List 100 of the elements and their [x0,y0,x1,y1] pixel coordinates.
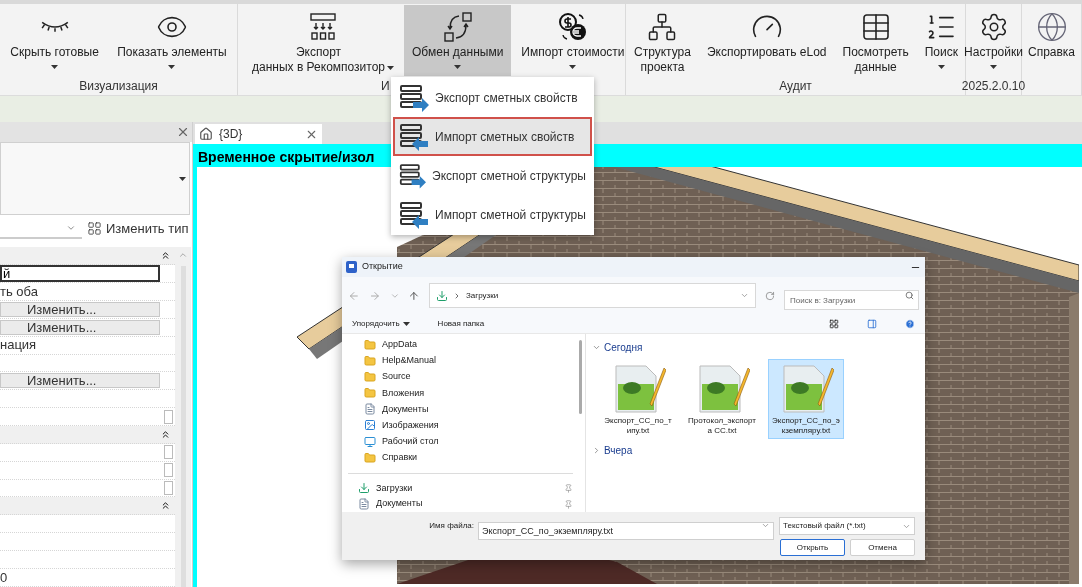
new-folder-button[interactable]: Новая папка [437,317,485,330]
ribbon-button[interactable]: Поиск [916,5,966,76]
dropdown-caret-icon [761,521,770,530]
file-type-dropdown[interactable]: Текстовый файл (*.txt) [779,517,915,535]
pin-icon [564,499,573,509]
group-label: 2025.2.0.10 [961,78,1026,95]
dialog-title: Открытие [362,260,404,274]
refresh-icon[interactable] [765,290,775,301]
edit-button[interactable]: Изменить... [0,319,160,335]
folder-icon [364,451,376,464]
menu-item[interactable]: Экспорт сметной структуры [393,156,592,195]
nav-item[interactable]: AppData [342,337,579,354]
menu-item[interactable]: Импорт сметной структуры [393,195,592,234]
caret-icon [990,65,997,69]
dropdown-caret-icon [179,176,186,181]
preview-pane-icon[interactable] [867,318,877,329]
chevron-down-icon [592,343,601,352]
nav-item[interactable]: Справки [342,449,579,466]
ribbon-button[interactable]: Экспортировать eLod [698,5,835,76]
file-name-field[interactable]: Экспорт_CC_по_экземпляру.txt [478,522,774,540]
caret-icon [168,65,176,69]
scroll-up-icon[interactable] [178,250,188,260]
view-tab[interactable]: {3D} [195,124,322,144]
export-grid-icon [307,11,339,43]
desktop-icon [364,435,376,448]
menu-item[interactable]: Экспорт сметных свойств [393,78,592,117]
nav-item[interactable]: Загрузки [342,480,579,497]
checkbox[interactable] [164,463,173,478]
currency-icon [556,11,589,43]
file-tile[interactable]: Экспорт_CC_по_экземпляру.txt [768,359,844,439]
nav-item[interactable]: Документы [342,496,579,512]
ribbon-button[interactable]: Скрыть готовые [2,5,107,76]
help-icon[interactable] [905,318,915,329]
ribbon-button[interactable]: Обмен данными [404,5,512,76]
scrollbar-thumb[interactable] [579,340,582,414]
group-label: Визуализация [79,78,158,95]
download-icon [358,482,370,495]
address-bar[interactable]: Загрузки [429,283,757,308]
download-icon [436,289,449,302]
file-tile[interactable]: Экспорт_CC_по_типу.txt [600,359,676,439]
collapse-icon[interactable] [160,428,171,440]
import-list-icon [399,200,429,229]
caret-icon [454,65,462,69]
folder-icon [364,371,376,384]
export-list-icon [399,83,429,112]
collapse-icon[interactable] [160,500,171,512]
checkbox[interactable] [164,409,173,424]
search-icon [905,290,914,300]
search-field[interactable]: Поиск в: Загрузки [784,290,919,310]
property-value: 0 [0,568,8,587]
group-label: Аудит [779,78,812,95]
edit-button[interactable]: Изменить... [0,301,160,317]
dialog-button[interactable]: Открыть [780,539,845,556]
chevron-right-icon [592,446,601,455]
menu-item[interactable]: Импорт сметных свойств [393,117,592,156]
close-icon[interactable] [176,125,190,139]
image-icon [364,419,376,432]
document-icon [358,498,370,511]
folder-icon [364,339,376,352]
banner-text: Временное скрытие/изол [198,148,375,167]
pin-icon [564,483,573,493]
caret-icon [402,321,410,326]
caret-icon [569,65,577,69]
folder-icon [364,355,376,368]
back-icon[interactable] [348,289,360,302]
caret-icon [937,65,945,69]
forward-icon[interactable] [368,289,381,302]
edit-type-button[interactable]: Изменить тип [87,218,189,239]
document-icon [364,403,376,416]
exchange-icon [441,11,474,43]
export-list-icon [399,161,426,190]
checkbox[interactable] [164,481,173,495]
nav-item[interactable]: Рабочий стол [342,433,579,450]
group-label: И [381,78,390,95]
group-header[interactable]: Вчера [592,443,925,458]
edit-button[interactable]: Изменить... [0,373,160,389]
dropdown-caret-icon [740,291,750,300]
organize-button[interactable]: Упорядочить [352,317,410,330]
group-header[interactable]: Сегодня [592,340,925,355]
property-value: ть оба [0,282,38,301]
nav-item[interactable]: Вложения [342,385,579,402]
nav-item[interactable]: Изображения [342,417,579,434]
ribbon-button[interactable]: Посмотреть данные [834,5,917,76]
home-icon [199,127,213,141]
type-properties-icon [87,221,102,236]
file-tile[interactable]: Протокол_экспорта CC.txt [684,359,760,439]
view-options-icon[interactable] [829,318,839,329]
nav-item[interactable]: Help&Manual [342,353,579,370]
folder-icon [364,387,376,400]
ribbon-button[interactable]: Показать элементы [109,5,235,76]
dialog-button[interactable]: Отмена [850,539,915,556]
up-icon[interactable] [408,289,421,302]
ribbon-button[interactable]: Экспорт данных в Рекомпозитор [244,5,402,76]
caret-icon [387,66,394,70]
nav-item[interactable]: Документы [342,401,579,418]
checkbox[interactable] [164,445,173,460]
import-list-icon [399,122,429,151]
scrollbar[interactable] [175,247,191,587]
collapse-icon[interactable] [160,249,171,261]
nav-item[interactable]: Source [342,369,579,386]
